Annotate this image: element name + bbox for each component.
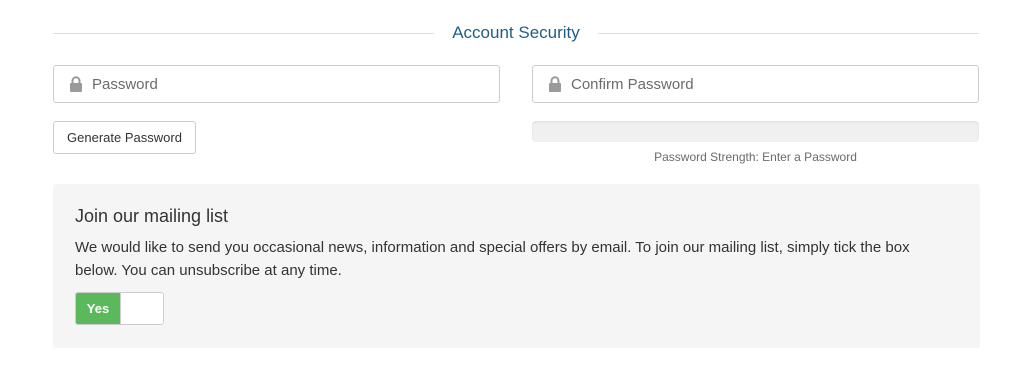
confirm-password-field[interactable] [532,65,979,103]
password-input[interactable] [92,66,499,102]
lock-icon [69,76,83,92]
password-field[interactable] [53,65,500,103]
heading-rule-right [597,32,979,34]
mailing-list-title: Join our mailing list [75,206,229,226]
section-heading: Account Security [53,20,979,46]
password-strength-label: Password Strength: Enter a Password [654,150,857,164]
toggle-handle[interactable] [120,293,163,324]
heading-rule-left [53,32,435,34]
password-strength-meter [532,121,979,142]
mailing-list-panel: Join our mailing list We would like to s… [53,184,980,348]
lock-icon [548,76,562,92]
account-security-form: Account Security Generate Password Passw… [0,0,1024,380]
section-title: Account Security [452,23,580,42]
mailing-list-toggle[interactable]: Yes [75,292,164,325]
confirm-password-input[interactable] [571,66,978,102]
toggle-yes-label: Yes [76,293,120,324]
generate-password-button[interactable]: Generate Password [53,121,196,154]
mailing-list-description: We would like to send you occasional new… [75,239,910,279]
